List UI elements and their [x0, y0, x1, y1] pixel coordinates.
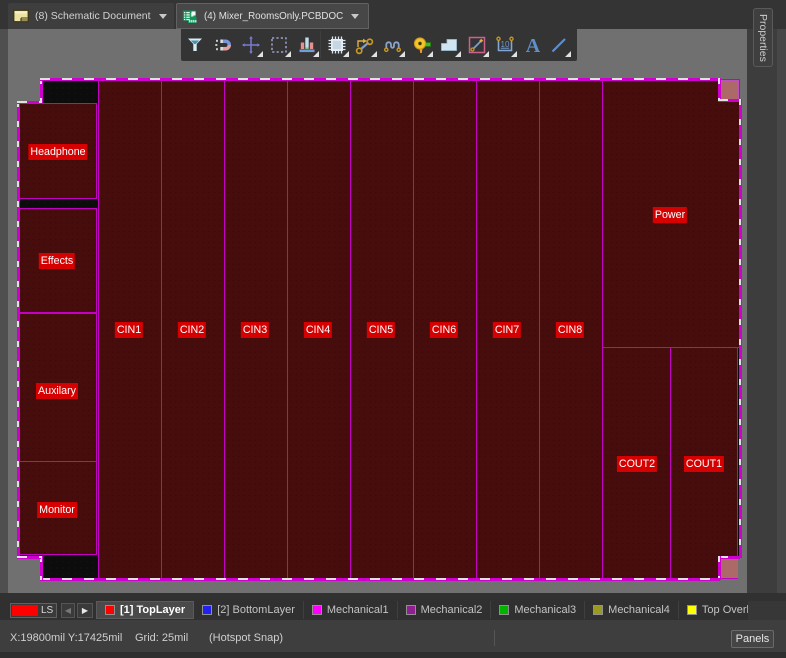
svg-text:10: 10: [501, 40, 510, 49]
svg-text:A: A: [526, 35, 541, 57]
